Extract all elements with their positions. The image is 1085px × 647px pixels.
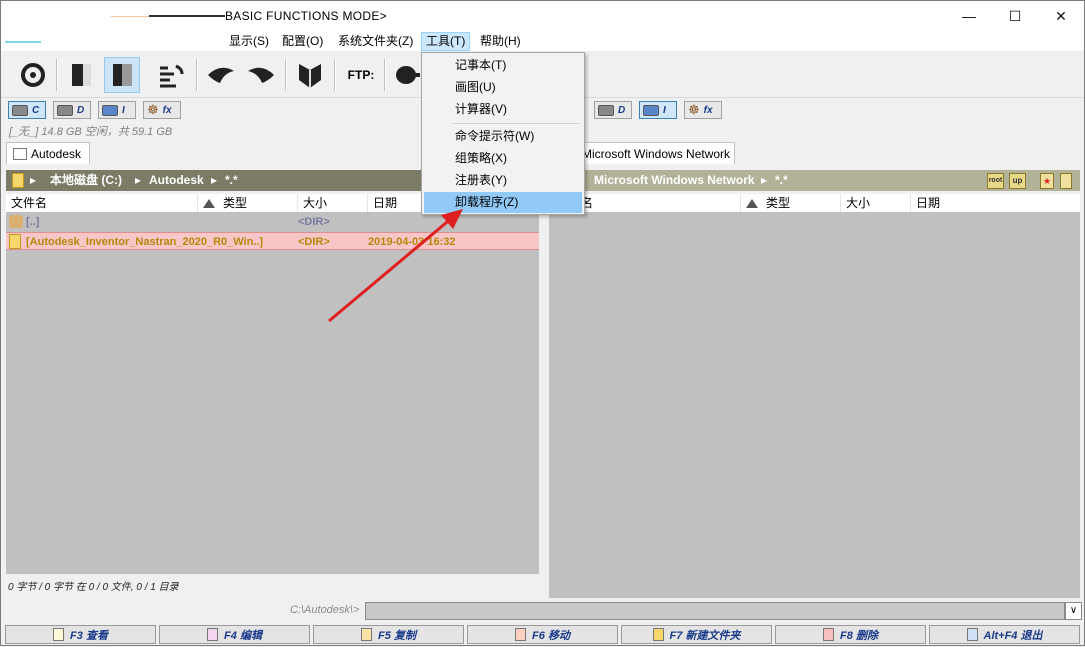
annotation-arrow-shaft [328,215,454,323]
app-window: BASIC FUNCTIONS MODE> — ☐ ✕ 显示(S) 配置(O) … [0,0,1085,646]
annotation-arrow [328,209,463,323]
